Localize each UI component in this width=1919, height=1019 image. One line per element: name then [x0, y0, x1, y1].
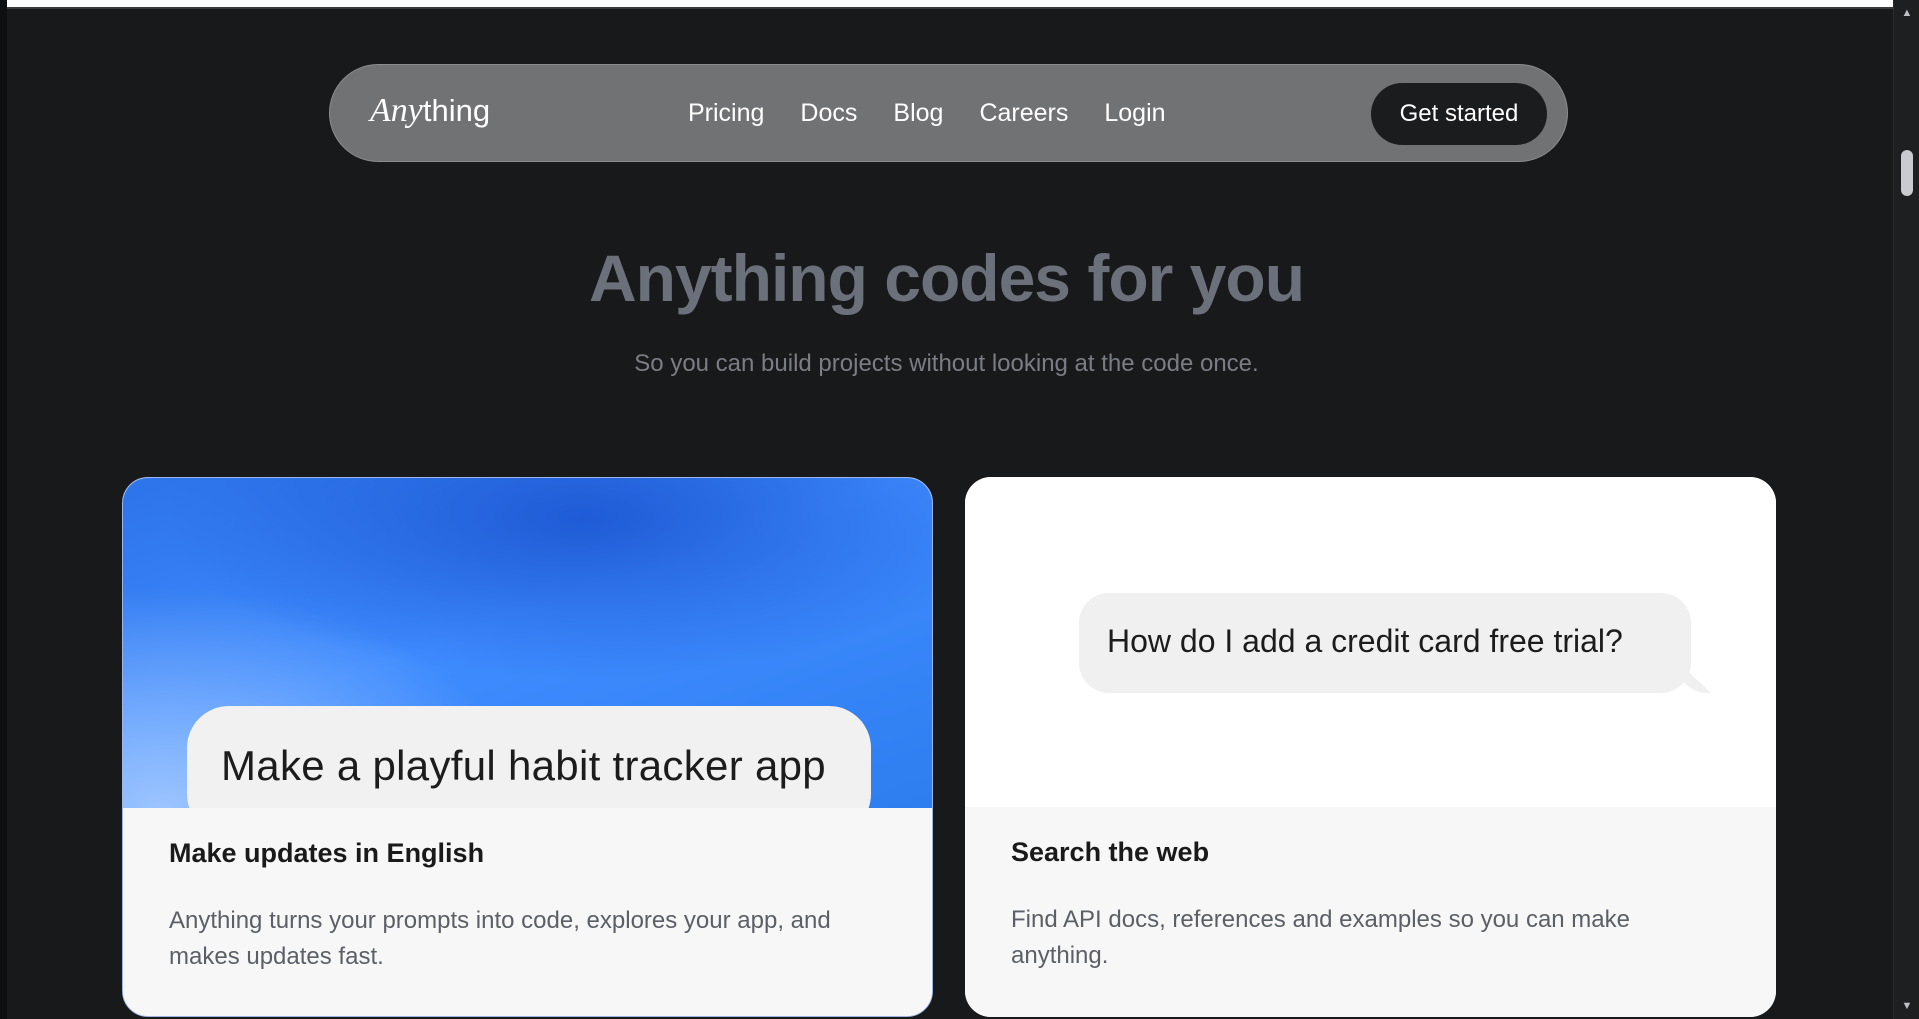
prompt-bubble: Make a playful habit tracker app — [187, 706, 871, 808]
card-body: Make updates in English Anything turns y… — [123, 808, 932, 1016]
top-navigation: Anything Pricing Docs Blog Careers Login… — [329, 64, 1568, 162]
nav-link-pricing[interactable]: Pricing — [688, 95, 764, 131]
nav-links: Pricing Docs Blog Careers Login — [688, 95, 1202, 131]
scrollbar-thumb[interactable] — [1901, 150, 1913, 196]
brand-logo[interactable]: Anything — [370, 91, 490, 131]
scroll-down-arrow-icon[interactable]: ▼ — [1894, 997, 1919, 1015]
card-body: Search the web Find API docs, references… — [965, 807, 1776, 1017]
scroll-up-arrow-icon[interactable]: ▲ — [1894, 4, 1919, 22]
card-description: Find API docs, references and examples s… — [1011, 906, 1630, 969]
scrollbar[interactable]: ▲ ▼ — [1893, 0, 1919, 1019]
hero-subtitle: So you can build projects without lookin… — [634, 350, 1259, 377]
card-visual-chat: How do I add a credit card free trial? — [965, 477, 1776, 807]
get-started-button[interactable]: Get started — [1371, 83, 1547, 145]
bubble-tail — [1677, 661, 1711, 693]
nav-link-docs[interactable]: Docs — [800, 95, 857, 131]
browser-top-bar — [0, 0, 1893, 9]
card-title: Make updates in English — [169, 838, 485, 868]
logo-plain-part: thing — [422, 93, 491, 128]
card-visual-gradient: Make a playful habit tracker app — [123, 478, 932, 808]
nav-link-login[interactable]: Login — [1104, 95, 1165, 131]
nav-link-blog[interactable]: Blog — [893, 95, 943, 131]
question-bubble: How do I add a credit card free trial? — [1079, 593, 1691, 693]
logo-italic-part: Any — [370, 92, 423, 129]
feature-card-search[interactable]: How do I add a credit card free trial? S… — [965, 477, 1776, 1017]
hero-title: Anything codes for you — [588, 241, 1305, 315]
nav-link-careers[interactable]: Careers — [979, 95, 1068, 131]
card-description: Anything turns your prompts into code, e… — [169, 907, 831, 970]
window-frame — [0, 0, 7, 1019]
card-title: Search the web — [1011, 837, 1210, 867]
feature-card-english[interactable]: Make a playful habit tracker app Make up… — [122, 477, 933, 1017]
